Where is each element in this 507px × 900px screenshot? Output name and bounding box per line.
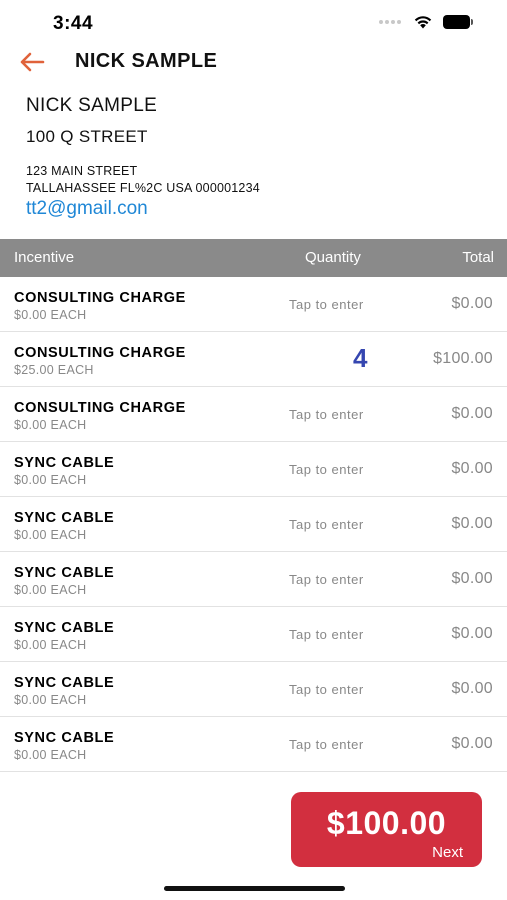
item-price: $0.00 EACH: [14, 418, 87, 432]
customer-info: NICK SAMPLE 100 Q STREET 123 MAIN STREET…: [26, 95, 260, 220]
item-title: SYNC CABLE: [14, 675, 115, 691]
item-title: CONSULTING CHARGE: [14, 400, 186, 416]
item-title: SYNC CABLE: [14, 730, 115, 746]
customer-name: NICK SAMPLE: [26, 95, 158, 116]
customer-email-link[interactable]: tt2@gmail.con: [26, 198, 260, 220]
quantity-field[interactable]: Tap to enter: [289, 627, 364, 642]
quantity-field[interactable]: Tap to enter: [289, 517, 364, 532]
item-total: $0.00: [451, 515, 493, 532]
quantity-field[interactable]: Tap to enter: [289, 737, 364, 752]
table-row[interactable]: CONSULTING CHARGE $25.00 EACH 4 $100.00: [0, 332, 507, 387]
item-price: $0.00 EACH: [14, 638, 87, 652]
header-incentive: Incentive: [14, 249, 75, 266]
item-title: CONSULTING CHARGE: [14, 345, 186, 361]
quantity-field[interactable]: Tap to enter: [289, 462, 364, 477]
next-button[interactable]: $100.00 Next: [291, 792, 482, 867]
item-total: $0.00: [451, 680, 493, 697]
address-line-1: 123 MAIN STREET: [26, 164, 138, 178]
item-title: SYNC CABLE: [14, 510, 115, 526]
signal-icon: [379, 15, 403, 29]
wifi-icon: [414, 16, 432, 29]
quantity-field[interactable]: Tap to enter: [289, 297, 364, 312]
item-total: $0.00: [451, 460, 493, 477]
incentive-list: CONSULTING CHARGE $0.00 EACH Tap to ente…: [0, 277, 507, 772]
item-price: $0.00 EACH: [14, 748, 87, 762]
table-header: Incentive Quantity Total: [0, 239, 507, 277]
page-title: NICK SAMPLE: [75, 50, 218, 72]
item-title: SYNC CABLE: [14, 565, 115, 581]
table-row[interactable]: SYNC CABLE $0.00 EACH Tap to enter $0.00: [0, 717, 507, 772]
customer-address: 123 MAIN STREET TALLAHASSEE FL%2C USA 00…: [26, 163, 260, 197]
arrow-left-icon: [20, 52, 45, 72]
table-row[interactable]: SYNC CABLE $0.00 EACH Tap to enter $0.00: [0, 552, 507, 607]
header-quantity: Quantity: [305, 249, 361, 266]
nav-bar: NICK SAMPLE: [0, 44, 507, 80]
next-label: Next: [432, 844, 463, 861]
item-total: $100.00: [433, 350, 493, 367]
quantity-field[interactable]: Tap to enter: [289, 407, 364, 422]
item-title: CONSULTING CHARGE: [14, 290, 186, 306]
item-price: $0.00 EACH: [14, 473, 87, 487]
table-row[interactable]: SYNC CABLE $0.00 EACH Tap to enter $0.00: [0, 497, 507, 552]
item-total: $0.00: [451, 405, 493, 422]
table-row[interactable]: CONSULTING CHARGE $0.00 EACH Tap to ente…: [0, 277, 507, 332]
battery-icon: [443, 14, 473, 29]
quantity-field[interactable]: Tap to enter: [289, 572, 364, 587]
item-price: $25.00 EACH: [14, 363, 94, 377]
item-total: $0.00: [451, 570, 493, 587]
item-price: $0.00 EACH: [14, 308, 87, 322]
table-row[interactable]: SYNC CABLE $0.00 EACH Tap to enter $0.00: [0, 442, 507, 497]
item-title: SYNC CABLE: [14, 620, 115, 636]
order-total: $100.00: [326, 805, 447, 841]
item-title: SYNC CABLE: [14, 455, 115, 471]
status-time: 3:44: [53, 13, 94, 34]
item-price: $0.00 EACH: [14, 528, 87, 542]
item-price: $0.00 EACH: [14, 693, 87, 707]
status-bar: 3:44: [0, 0, 507, 46]
item-total: $0.00: [451, 625, 493, 642]
table-row[interactable]: SYNC CABLE $0.00 EACH Tap to enter $0.00: [0, 607, 507, 662]
quantity-field[interactable]: 4: [353, 343, 367, 374]
table-row[interactable]: CONSULTING CHARGE $0.00 EACH Tap to ente…: [0, 387, 507, 442]
item-total: $0.00: [451, 295, 493, 312]
address-line-2: TALLAHASSEE FL%2C USA 000001234: [26, 181, 260, 195]
customer-street: 100 Q STREET: [26, 127, 148, 146]
quantity-field[interactable]: Tap to enter: [289, 682, 364, 697]
table-row[interactable]: SYNC CABLE $0.00 EACH Tap to enter $0.00: [0, 662, 507, 717]
status-icons: [379, 14, 473, 29]
back-button[interactable]: [16, 48, 48, 76]
header-total: Total: [462, 249, 494, 266]
item-price: $0.00 EACH: [14, 583, 87, 597]
home-indicator[interactable]: [164, 886, 345, 891]
item-total: $0.00: [451, 735, 493, 752]
